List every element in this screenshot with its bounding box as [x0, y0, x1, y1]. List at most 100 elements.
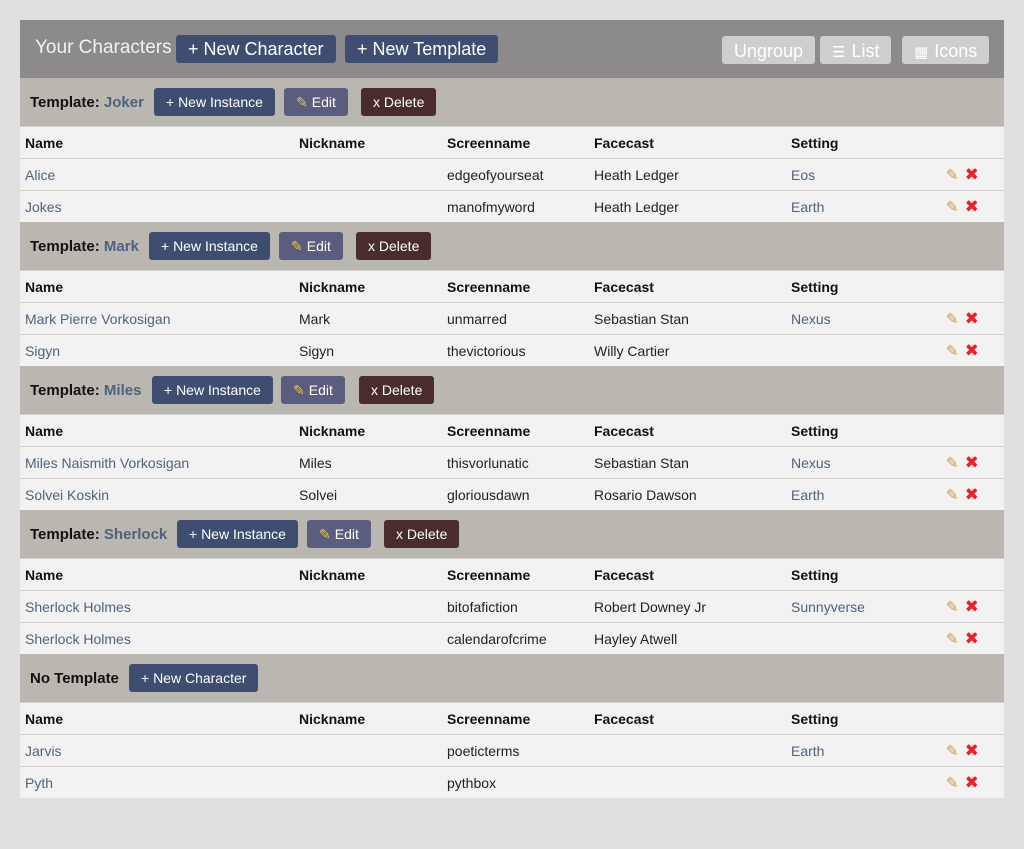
- delete-icon[interactable]: ✖: [965, 741, 979, 760]
- screenname-cell: bitofafiction: [442, 590, 589, 623]
- new-instance-button[interactable]: + New Instance: [177, 520, 298, 548]
- facecast-cell: Robert Downey Jr: [589, 590, 786, 623]
- character-name-link[interactable]: Sherlock Holmes: [25, 599, 131, 615]
- delete-icon[interactable]: ✖: [965, 597, 979, 616]
- screenname-cell: edgeofyourseat: [442, 158, 589, 191]
- no-template-header: No Template + New Character: [20, 654, 1004, 702]
- setting-link[interactable]: Sunnyverse: [791, 599, 865, 615]
- new-instance-button[interactable]: + New Instance: [149, 232, 270, 260]
- column-header-actions: [946, 126, 1004, 159]
- name-cell: Miles Naismith Vorkosigan: [20, 446, 294, 479]
- new-character-button-group[interactable]: + New Character: [129, 664, 259, 692]
- characters-panel: Your Characters + New Character + New Te…: [20, 20, 1004, 798]
- pencil-icon: ✎: [319, 526, 331, 542]
- list-view-button[interactable]: ☰ List: [820, 36, 892, 64]
- setting-link[interactable]: Earth: [791, 199, 824, 215]
- column-header: Name: [20, 702, 294, 735]
- column-header-actions: [946, 270, 1004, 303]
- character-name-link[interactable]: Sigyn: [25, 343, 60, 359]
- new-instance-button[interactable]: + New Instance: [154, 88, 275, 116]
- edit-label: Edit: [311, 94, 336, 110]
- setting-cell: [786, 766, 946, 798]
- template-title: Template: Mark: [30, 238, 139, 255]
- delete-icon[interactable]: ✖: [965, 453, 979, 472]
- icons-view-button[interactable]: ▦ Icons: [902, 36, 990, 64]
- template-name-link[interactable]: Mark: [104, 238, 139, 255]
- pencil-icon[interactable]: ✎: [946, 631, 959, 648]
- delete-icon[interactable]: ✖: [965, 629, 979, 648]
- name-cell: Jokes: [20, 190, 294, 222]
- template-name-link[interactable]: Sherlock: [104, 526, 167, 543]
- table-row: Solvei Koskin Solvei gloriousdawn Rosario D…: [20, 478, 1004, 510]
- setting-link[interactable]: Earth: [791, 743, 824, 759]
- nickname-cell: Sigyn: [294, 334, 442, 366]
- table-row: Alice edgeofyourseat Heath Ledger Eos ✎ ✖: [20, 158, 1004, 191]
- template-group-header: Template: Miles + New Instance ✎ Edit x Dele…: [20, 366, 1004, 414]
- row-actions: ✎ ✖: [946, 734, 1004, 767]
- column-header: Setting: [786, 414, 946, 447]
- pencil-icon[interactable]: ✎: [946, 487, 959, 504]
- pencil-icon[interactable]: ✎: [946, 599, 959, 616]
- pencil-icon[interactable]: ✎: [946, 311, 959, 328]
- nickname-cell: [294, 622, 442, 654]
- column-header: Nickname: [294, 414, 442, 447]
- setting-link[interactable]: Nexus: [791, 455, 831, 471]
- column-header: Setting: [786, 126, 946, 159]
- name-cell: Sigyn: [20, 334, 294, 366]
- screenname-cell: unmarred: [442, 302, 589, 335]
- character-name-link[interactable]: Jarvis: [25, 743, 62, 759]
- delete-icon[interactable]: ✖: [965, 197, 979, 216]
- character-table: Name Nickname Screenname Facecast Setting Mil…: [20, 414, 1004, 510]
- column-header: Nickname: [294, 702, 442, 735]
- column-header: Nickname: [294, 270, 442, 303]
- character-name-link[interactable]: Solvei Koskin: [25, 487, 109, 503]
- facecast-cell: [589, 734, 786, 767]
- character-name-link[interactable]: Miles Naismith Vorkosigan: [25, 455, 189, 471]
- pencil-icon[interactable]: ✎: [946, 743, 959, 760]
- delete-icon[interactable]: ✖: [965, 485, 979, 504]
- pencil-icon[interactable]: ✎: [946, 775, 959, 792]
- setting-link[interactable]: Earth: [791, 487, 824, 503]
- delete-template-button[interactable]: x Delete: [361, 88, 437, 116]
- character-name-link[interactable]: Jokes: [25, 199, 62, 215]
- pencil-icon[interactable]: ✎: [946, 455, 959, 472]
- character-name-link[interactable]: Alice: [25, 167, 55, 183]
- facecast-cell: [589, 766, 786, 798]
- row-actions: ✎ ✖: [946, 302, 1004, 335]
- pencil-icon[interactable]: ✎: [946, 199, 959, 216]
- delete-template-button[interactable]: x Delete: [356, 232, 432, 260]
- template-name-link[interactable]: Miles: [104, 382, 142, 399]
- new-instance-button[interactable]: + New Instance: [152, 376, 273, 404]
- edit-template-button[interactable]: ✎ Edit: [307, 520, 371, 548]
- character-name-link[interactable]: Pyth: [25, 775, 53, 791]
- ungroup-button[interactable]: Ungroup: [722, 36, 816, 64]
- delete-icon[interactable]: ✖: [965, 773, 979, 792]
- setting-link[interactable]: Eos: [791, 167, 815, 183]
- column-header-actions: [946, 558, 1004, 591]
- pencil-icon[interactable]: ✎: [946, 167, 959, 184]
- delete-icon[interactable]: ✖: [965, 309, 979, 328]
- character-table: Name Nickname Screenname Facecast Setting Mar…: [20, 270, 1004, 366]
- setting-link[interactable]: Nexus: [791, 311, 831, 327]
- table-header-row: Name Nickname Screenname Facecast Setting: [20, 414, 1004, 447]
- edit-template-button[interactable]: ✎ Edit: [284, 88, 348, 116]
- new-character-button[interactable]: + New Character: [176, 35, 336, 63]
- new-template-button[interactable]: + New Template: [345, 35, 499, 63]
- screenname-cell: pythbox: [442, 766, 589, 798]
- character-name-link[interactable]: Mark Pierre Vorkosigan: [25, 311, 171, 327]
- delete-template-button[interactable]: x Delete: [384, 520, 460, 548]
- delete-icon[interactable]: ✖: [965, 165, 979, 184]
- delete-icon[interactable]: ✖: [965, 341, 979, 360]
- nickname-cell: [294, 766, 442, 798]
- pencil-icon[interactable]: ✎: [946, 343, 959, 360]
- edit-template-button[interactable]: ✎ Edit: [279, 232, 343, 260]
- column-header-actions: [946, 702, 1004, 735]
- table-row: Sherlock Holmes bitofafiction Robert Downe…: [20, 590, 1004, 623]
- character-name-link[interactable]: Sherlock Holmes: [25, 631, 131, 647]
- edit-template-button[interactable]: ✎ Edit: [281, 376, 345, 404]
- delete-template-button[interactable]: x Delete: [359, 376, 435, 404]
- column-header: Screenname: [442, 414, 589, 447]
- table-header-row: Name Nickname Screenname Facecast Setting: [20, 702, 1004, 735]
- template-name-link[interactable]: Joker: [104, 94, 144, 111]
- setting-cell: Nexus: [786, 302, 946, 335]
